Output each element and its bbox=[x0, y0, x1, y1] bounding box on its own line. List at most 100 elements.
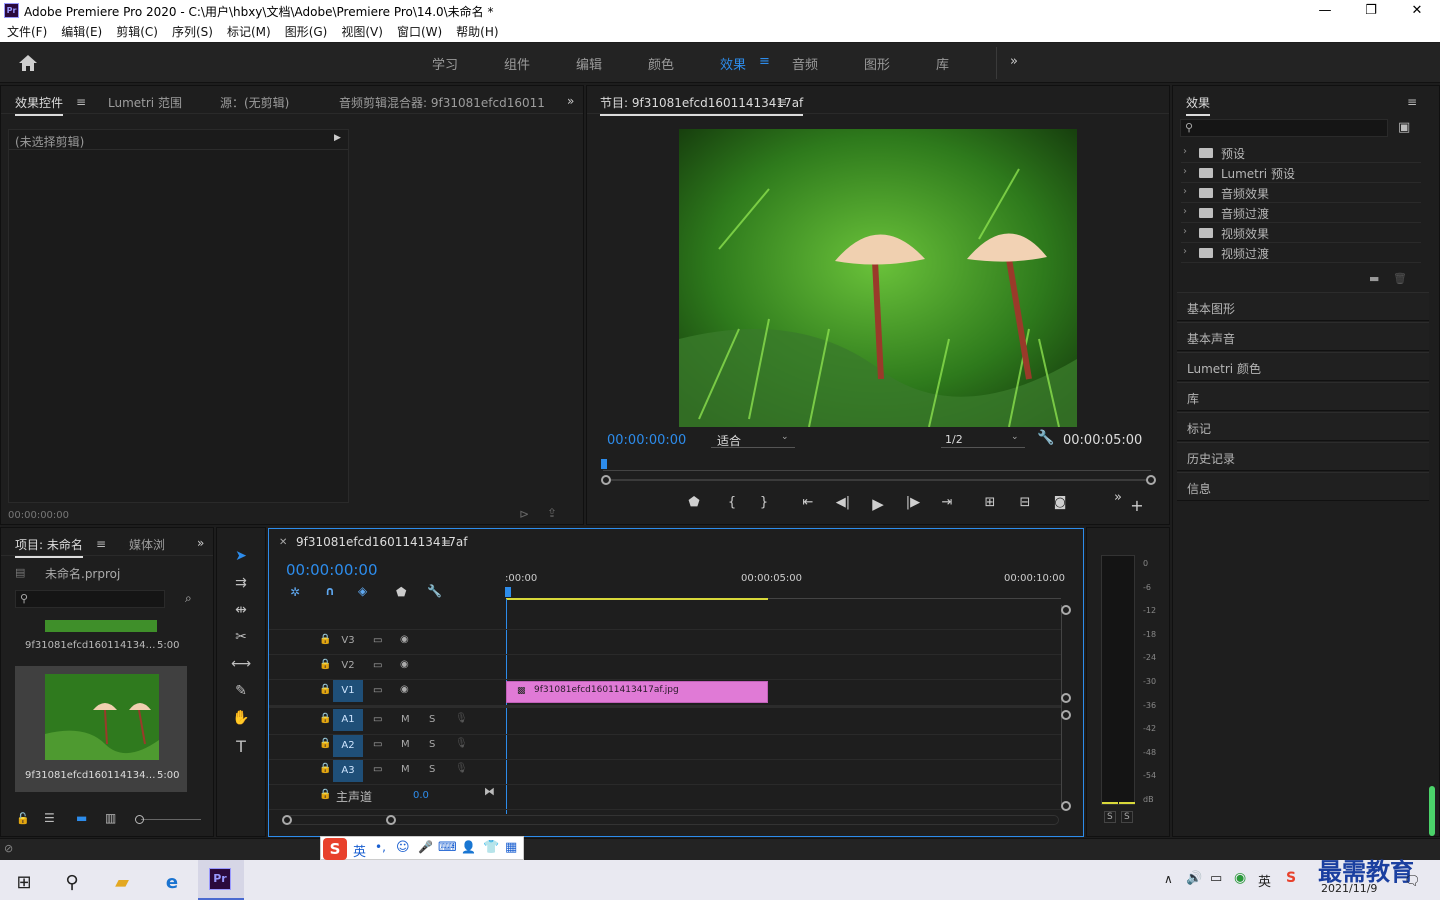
solo-button[interactable]: S bbox=[429, 739, 435, 750]
track-a2[interactable]: A2 bbox=[333, 735, 363, 757]
extract-icon[interactable]: ⊟ bbox=[1015, 495, 1035, 510]
program-menu-icon[interactable]: ≡ bbox=[777, 95, 787, 109]
tray-lang[interactable]: 英 bbox=[1258, 871, 1271, 890]
fit-select[interactable]: 适合 ⌄ bbox=[711, 430, 795, 448]
panel-essential-sound[interactable]: 基本声音 bbox=[1177, 322, 1429, 351]
step-forward-icon[interactable]: |▶ bbox=[903, 495, 923, 510]
lock-icon[interactable]: 🔒 bbox=[319, 659, 331, 670]
track-v3[interactable]: V3 bbox=[333, 630, 363, 652]
volume-icon[interactable]: 🔊 bbox=[1186, 871, 1202, 886]
effects-item-video-effects[interactable]: › 视频效果 bbox=[1181, 223, 1421, 243]
hand-tool-icon[interactable]: ✋ bbox=[230, 710, 252, 732]
effects-item-video-transitions[interactable]: › 视频过渡 bbox=[1181, 243, 1421, 263]
premiere-taskbar-button[interactable]: Pr bbox=[198, 860, 244, 900]
ripple-edit-tool-icon[interactable]: ⇹ bbox=[230, 602, 252, 624]
workspace-tab-assembly[interactable]: 组件 bbox=[504, 54, 530, 73]
lock-icon[interactable]: 🔒 bbox=[319, 634, 331, 645]
program-current-time[interactable]: 00:00:00:00 bbox=[607, 433, 686, 448]
edge-icon[interactable]: e bbox=[152, 866, 192, 900]
panel-overflow-icon[interactable]: » bbox=[567, 94, 574, 108]
lock-icon[interactable]: 🔒 bbox=[319, 763, 331, 774]
scroll-handle-bottom[interactable] bbox=[1061, 801, 1071, 811]
clip-thumb-1[interactable]: 9f31081efcd160114134… 5:00 bbox=[15, 620, 187, 658]
toolbox-icon[interactable]: ▦ bbox=[505, 840, 517, 855]
filter-icon[interactable]: ⊳ bbox=[519, 507, 529, 521]
file-explorer-icon[interactable]: ▰ bbox=[102, 866, 142, 900]
tab-source[interactable]: 源：(无剪辑) bbox=[220, 94, 289, 111]
timeline-clip[interactable]: ▩ 9f31081efcd16011413417af.jpg bbox=[506, 681, 768, 703]
project-menu-icon[interactable]: ≡ bbox=[96, 537, 106, 551]
delete-icon[interactable]: 🗑 bbox=[1393, 272, 1407, 285]
type-tool-icon[interactable]: T bbox=[230, 737, 252, 759]
zoom-handle-left[interactable] bbox=[601, 475, 611, 485]
program-ruler[interactable] bbox=[601, 459, 1151, 471]
master-volume[interactable]: 0.0 bbox=[413, 790, 429, 801]
add-button-icon[interactable]: + bbox=[1127, 496, 1147, 515]
overflow-icon[interactable]: » bbox=[1108, 490, 1128, 505]
eye-icon[interactable]: ◉ bbox=[400, 659, 409, 670]
hscroll-handle-left[interactable] bbox=[282, 815, 292, 825]
microphone-icon[interactable]: 🎙 bbox=[455, 713, 468, 724]
lock-icon[interactable]: 🔒 bbox=[319, 789, 331, 800]
zoom-bar[interactable] bbox=[603, 479, 1151, 481]
tab-media-browser[interactable]: 媒体浏 bbox=[129, 536, 165, 553]
eye-icon[interactable]: ◉ bbox=[400, 634, 409, 645]
go-to-in-icon[interactable]: ⇤ bbox=[798, 495, 818, 510]
close-button[interactable]: ✕ bbox=[1394, 0, 1440, 22]
wrench-icon[interactable]: 🔧 bbox=[1037, 430, 1054, 446]
user-icon[interactable]: 👤 bbox=[461, 840, 476, 854]
windows-start-icon[interactable]: ⊞ bbox=[4, 866, 44, 900]
lock-icon[interactable]: 🔒 bbox=[319, 713, 331, 724]
tab-lumetri-scopes[interactable]: Lumetri 范围 bbox=[108, 94, 182, 111]
list-view-icon[interactable]: ☰ bbox=[44, 811, 55, 825]
lock-icon[interactable]: 🔒 bbox=[319, 738, 331, 749]
skin-icon[interactable]: 👕 bbox=[483, 840, 499, 855]
workspace-tab-audio[interactable]: 音频 bbox=[792, 54, 818, 73]
solo-left-button[interactable]: S bbox=[1104, 811, 1116, 823]
export-icon[interactable]: ⇪ bbox=[547, 506, 557, 520]
eye-icon[interactable]: ◉ bbox=[400, 684, 409, 695]
snap-icon[interactable]: ∩ bbox=[325, 584, 335, 598]
work-area-bar[interactable] bbox=[506, 598, 768, 600]
workspace-tab-effects[interactable]: 效果 bbox=[720, 54, 746, 73]
workspace-tab-color[interactable]: 颜色 bbox=[648, 54, 674, 73]
hscroll-handle-right[interactable] bbox=[386, 815, 396, 825]
find-icon[interactable]: ⌕ bbox=[185, 591, 192, 606]
scroll-handle-mid[interactable] bbox=[1061, 693, 1071, 703]
track-select-tool-icon[interactable]: ⇉ bbox=[230, 575, 252, 597]
film-icon[interactable]: ▭ bbox=[373, 635, 382, 646]
new-folder-icon[interactable]: ▬ bbox=[1369, 272, 1379, 285]
nest-icon[interactable]: ✲ bbox=[290, 585, 300, 599]
menu-window[interactable]: 窗口(W) bbox=[390, 22, 449, 42]
minimize-button[interactable]: — bbox=[1302, 0, 1348, 22]
emoji-icon[interactable]: ☺ bbox=[396, 840, 410, 855]
lock-icon[interactable]: 🔒 bbox=[319, 684, 331, 695]
workspace-overflow-icon[interactable]: » bbox=[1010, 54, 1018, 69]
effects-item-presets[interactable]: › 预设 bbox=[1181, 143, 1421, 163]
mark-in-icon[interactable]: { bbox=[722, 495, 742, 510]
menu-marker[interactable]: 标记(M) bbox=[220, 22, 278, 42]
export-frame-icon[interactable]: ◙ bbox=[1050, 495, 1070, 510]
master-expand-icon[interactable]: ⧓ bbox=[484, 785, 495, 798]
step-back-icon[interactable]: ◀| bbox=[833, 495, 853, 510]
keyboard-icon[interactable]: ⌨ bbox=[438, 840, 457, 855]
home-icon[interactable] bbox=[18, 54, 38, 72]
zoom-slider[interactable] bbox=[141, 819, 201, 820]
playhead[interactable] bbox=[601, 459, 607, 469]
go-to-out-icon[interactable]: ⇥ bbox=[937, 495, 957, 510]
menu-view[interactable]: 视图(V) bbox=[334, 22, 390, 42]
effects-item-lumetri-presets[interactable]: › Lumetri 预设 bbox=[1181, 163, 1421, 183]
film-icon[interactable]: ▭ bbox=[373, 660, 382, 671]
search-icon[interactable]: ⚲ bbox=[52, 866, 92, 900]
punctuation-icon[interactable]: •, bbox=[375, 840, 386, 854]
ime-mode[interactable]: 英 bbox=[353, 841, 366, 860]
scroll-indicator[interactable] bbox=[1429, 786, 1435, 836]
solo-right-button[interactable]: S bbox=[1121, 811, 1133, 823]
menu-file[interactable]: 文件(F) bbox=[0, 22, 54, 42]
workspace-tab-libraries[interactable]: 库 bbox=[936, 54, 949, 73]
vertical-scrollbar[interactable] bbox=[1061, 605, 1062, 805]
network-icon[interactable]: ▭ bbox=[1210, 871, 1222, 886]
panel-lumetri-color[interactable]: Lumetri 颜色 bbox=[1177, 352, 1429, 381]
track-v2[interactable]: V2 bbox=[333, 655, 363, 677]
icon-view-icon[interactable]: ▬ bbox=[76, 811, 87, 825]
